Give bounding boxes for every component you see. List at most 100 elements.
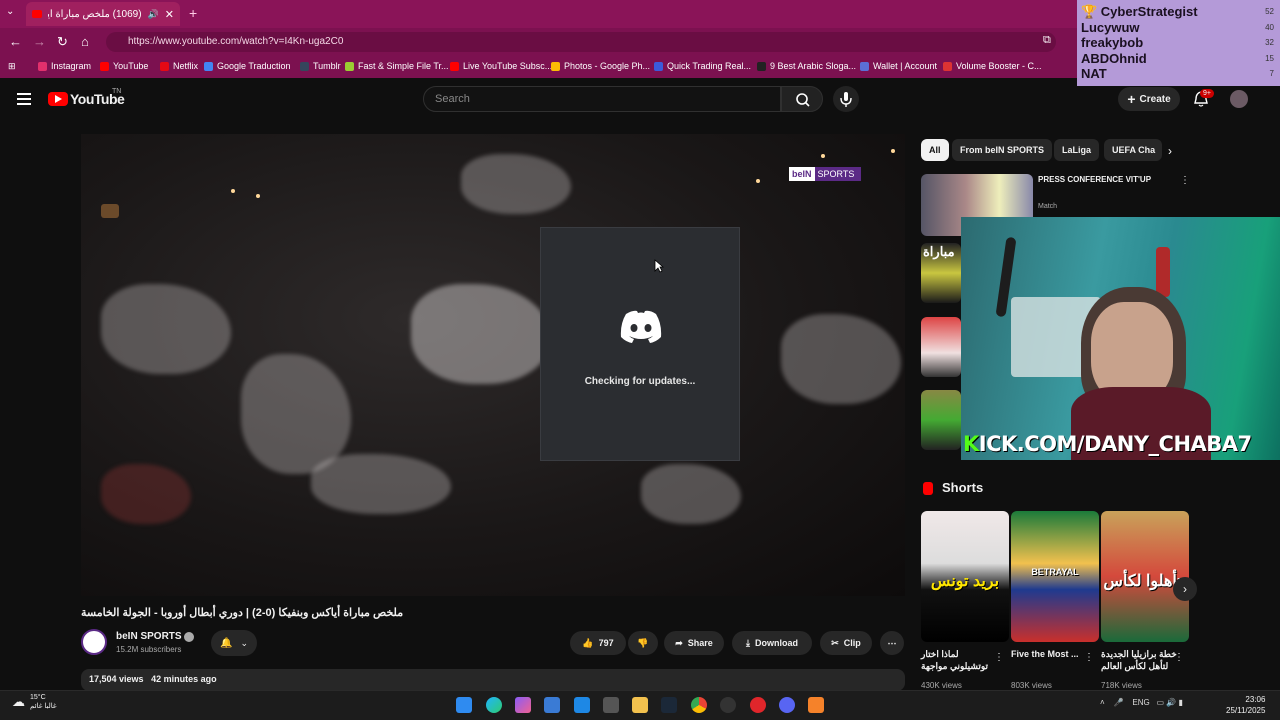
short-thumbnail[interactable]: بريد تونس (921, 511, 1009, 642)
screen-cast-icon[interactable]: ⧉ (1043, 34, 1051, 47)
file-explorer-icon[interactable] (632, 697, 648, 713)
bookmark-item[interactable]: Wallet | Account (860, 61, 937, 71)
back-arrow-icon[interactable]: ← (9, 34, 22, 49)
system-tray[interactable]: ˄ 🎤 ENG ▭ 🔊 ▮ (1100, 698, 1183, 707)
voice-search-button[interactable] (833, 86, 859, 112)
more-dots-icon: ⋯ (887, 637, 897, 648)
taskbar-clock[interactable]: 23:06 25/11/2025 (1226, 694, 1265, 716)
share-label: Share (687, 638, 713, 648)
video-title: ملخص مباراة أياكس وبنفيكا (0-2) | دوري أ… (81, 607, 404, 619)
filter-chip[interactable]: UEFA Cha (1104, 139, 1162, 161)
battery-icon[interactable]: ▮ (1178, 698, 1182, 707)
video-player[interactable] (81, 134, 905, 596)
bookmark-favicon-icon (551, 61, 560, 71)
youtube-logo-icon[interactable] (48, 92, 68, 106)
apps-grid-icon[interactable]: ⊞ (8, 61, 16, 72)
subscription-bell-button[interactable]: 🔔 ⌄ (211, 630, 257, 656)
short-overlay-text: BETRAYAL (1031, 567, 1079, 577)
short-title[interactable]: خطة برازيليا الجديدة لتأهل لكأس العالم (1101, 648, 1177, 672)
forward-arrow-icon[interactable]: → (33, 34, 46, 49)
recommendation-thumbnail[interactable] (921, 317, 961, 377)
tab-list-chevron-icon[interactable]: ⌄ (6, 6, 20, 20)
bookmark-item[interactable]: Fast & Simple File Tr... (345, 61, 449, 71)
short-title[interactable]: Five the Most ... (1011, 648, 1087, 660)
app-icon[interactable] (720, 697, 736, 713)
chips-next-chevron-icon[interactable]: › (1168, 144, 1172, 158)
channel-avatar[interactable] (81, 629, 107, 655)
menu-hamburger-icon[interactable] (17, 93, 31, 105)
microphone-tray-icon[interactable]: 🎤 (1114, 698, 1124, 707)
bookmark-item[interactable]: Instagram (38, 61, 91, 71)
chat-username: ABDOhnid (1081, 50, 1147, 66)
short-title[interactable]: لماذا اختار توتشيلوني مواجهة (921, 648, 997, 672)
chat-username: NAT (1081, 66, 1107, 81)
create-button[interactable]: + Create (1118, 87, 1180, 111)
bookmark-favicon-icon (204, 61, 213, 71)
tab-close-icon[interactable]: ✕ (165, 8, 174, 21)
weather-widget[interactable]: ☁ 15°C غالبا غائم (12, 693, 57, 711)
bookmark-item[interactable]: 9 Best Arabic Sloga... (757, 61, 856, 71)
search-button[interactable] (781, 86, 823, 112)
bookmark-item[interactable]: Netflix (160, 61, 198, 71)
download-button[interactable]: ⤓ Download (732, 631, 812, 655)
chat-leaderboard-row: freakybob 32 (1081, 35, 1274, 51)
thumbs-down-icon: 👎 (637, 637, 649, 648)
opera-icon[interactable] (750, 697, 766, 713)
network-icon[interactable]: ▭ (1156, 698, 1164, 707)
settings-gear-icon[interactable] (603, 697, 619, 713)
steam-icon[interactable] (661, 697, 677, 713)
recommendation-menu-icon[interactable]: ⋮ (1180, 175, 1190, 186)
copilot-icon[interactable] (515, 697, 531, 713)
recommendation-title[interactable]: PRESS CONFERENCE VIT'UP (1038, 175, 1151, 184)
search-input[interactable]: Search (423, 86, 781, 112)
app-icon[interactable] (808, 697, 824, 713)
filter-chip[interactable]: LaLiga (1054, 139, 1100, 161)
dislike-button[interactable]: 👎 (628, 631, 658, 655)
bookmark-item[interactable]: YouTube (100, 61, 148, 71)
like-button[interactable]: 👍 797 (570, 631, 626, 655)
recommendation-thumbnail[interactable] (921, 390, 961, 450)
discord-taskbar-icon[interactable] (779, 697, 795, 713)
chat-count: 52 (1265, 7, 1274, 16)
language-indicator[interactable]: ENG (1132, 698, 1149, 707)
channel-name[interactable]: beIN SPORTS (116, 631, 182, 642)
volume-icon[interactable]: 🔊 (1166, 698, 1176, 707)
bookmark-item[interactable]: Tumblr (300, 61, 341, 71)
more-actions-button[interactable]: ⋯ (880, 631, 904, 655)
short-menu-icon[interactable]: ⋮ (994, 652, 1004, 663)
filter-chip[interactable]: From beIN SPORTS (952, 139, 1053, 161)
clip-button[interactable]: ✂ Clip (820, 631, 872, 655)
short-thumbnail[interactable]: BETRAYAL (1011, 511, 1099, 642)
shorts-heading: Shorts (942, 480, 984, 495)
tab-audio-icon[interactable]: 🔊 (148, 9, 159, 20)
recommendation-thumbnail[interactable]: مباراة (921, 243, 961, 303)
kick-rest: ICK.COM/DANY_CHABA7 (978, 432, 1252, 456)
bookmark-item[interactable]: Photos - Google Ph... (551, 61, 650, 71)
home-icon[interactable]: ⌂ (81, 34, 89, 49)
bookmark-label: Wallet | Account (873, 61, 938, 71)
description-box[interactable]: 17,504 views 42 minutes ago (81, 669, 905, 691)
start-windows-icon[interactable] (456, 697, 472, 713)
bookmark-item[interactable]: Quick Trading Real... (654, 61, 751, 71)
bookmark-item[interactable]: Volume Booster - C... (943, 61, 1042, 71)
account-avatar[interactable] (1230, 90, 1248, 108)
browser-tab[interactable]: (1069) ملخص مباراة أياكس و 🔊 ✕ (26, 2, 180, 26)
short-thumbnail[interactable]: يتأهلوا لكأس (1101, 511, 1189, 642)
store-icon[interactable] (544, 697, 560, 713)
short-menu-icon[interactable]: ⋮ (1174, 652, 1184, 663)
bookmark-item[interactable]: Google Traduction (204, 61, 291, 71)
app-icon[interactable] (574, 697, 590, 713)
url-field[interactable]: https://www.youtube.com/watch?v=I4Kn-uga… (106, 32, 1056, 52)
download-label: Download (754, 638, 798, 648)
tray-chevron-icon[interactable]: ˄ (1100, 698, 1105, 707)
reload-icon[interactable]: ↻ (57, 34, 68, 50)
share-button[interactable]: ➦ Share (664, 631, 724, 655)
shorts-next-button[interactable]: › (1173, 577, 1197, 601)
bookmark-item[interactable]: Live YouTube Subsc... (450, 61, 552, 71)
short-menu-icon[interactable]: ⋮ (1084, 652, 1094, 663)
chrome-icon[interactable] (691, 697, 707, 713)
filter-chip[interactable]: All (921, 139, 949, 161)
bookmark-favicon-icon (300, 61, 309, 71)
new-tab-button[interactable]: + (189, 5, 197, 21)
edge-browser-icon[interactable] (486, 697, 502, 713)
